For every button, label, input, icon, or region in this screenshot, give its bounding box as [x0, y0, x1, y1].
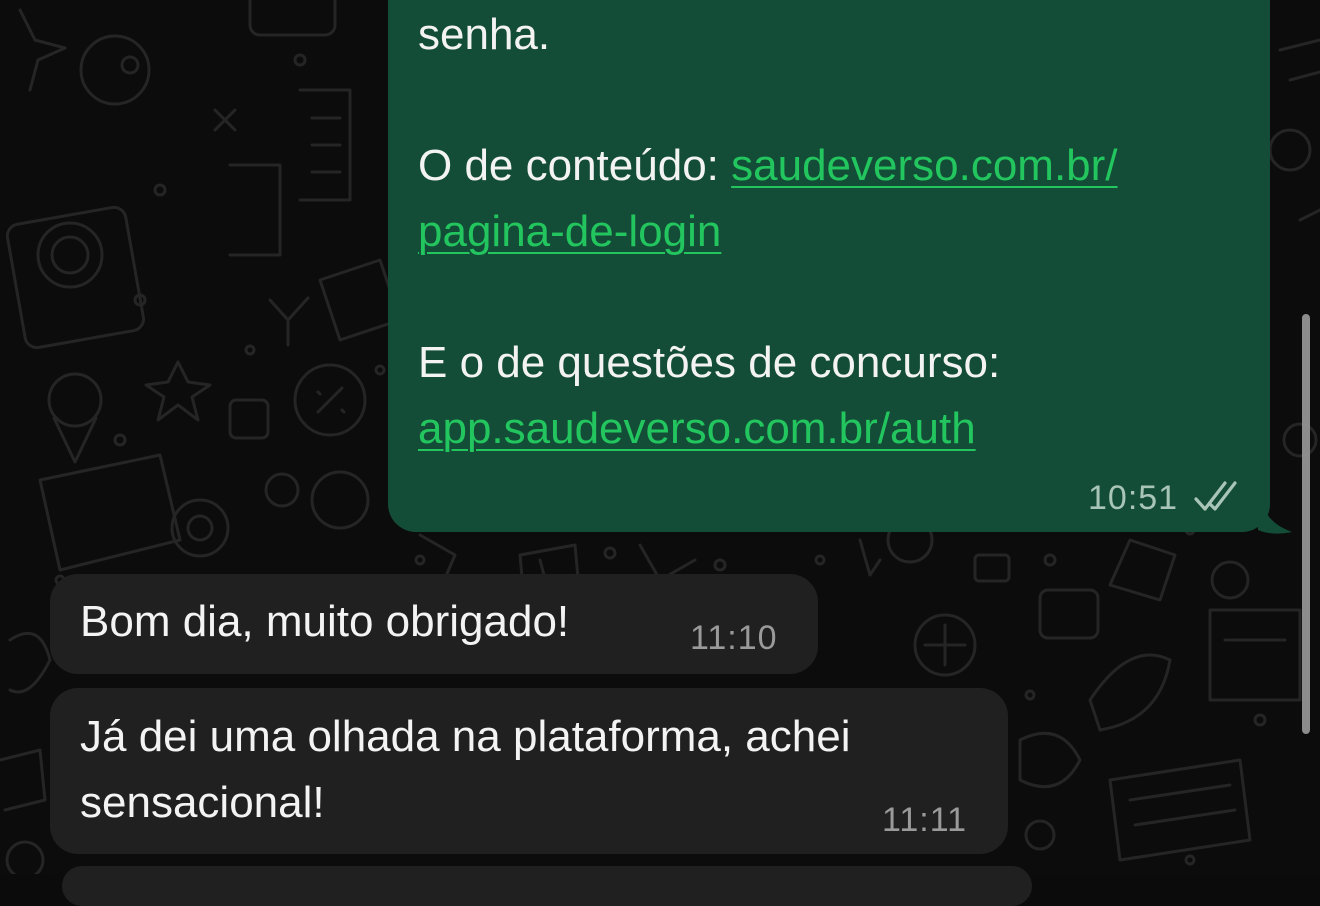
content-link-continuation[interactable]: pagina-de-login [418, 207, 721, 256]
message-timestamp: 10:51 [1088, 479, 1179, 517]
questions-label: E o de questões de concurso: [418, 338, 1001, 387]
message-text-line: app.saudeverso.com.br/auth [418, 396, 976, 462]
message-text-line: sensacional! [80, 778, 325, 827]
incoming-message-bubble-partial[interactable] [62, 866, 1032, 906]
message-timestamp: 11:10 [690, 619, 778, 657]
message-text-line: Já dei uma olhada na plataforma, achei [80, 712, 851, 761]
message-text-line: pagina-de-login [418, 199, 721, 265]
incoming-message-bubble[interactable]: Bom dia, muito obrigado! 11:10 [50, 574, 818, 674]
message-text: Bom dia, muito obrigado! [80, 597, 570, 646]
message-text-line: senha. [418, 10, 551, 59]
outgoing-bubble-tail [1258, 508, 1292, 534]
message-timestamp: 11:11 [882, 801, 968, 839]
outgoing-message-bubble[interactable]: senha. O de conteúdo: saudeverso.com.br/… [388, 0, 1270, 532]
double-check-icon [1194, 481, 1237, 511]
content-link[interactable]: saudeverso.com.br/ [731, 141, 1117, 190]
scrollbar[interactable] [1302, 314, 1310, 734]
message-text-line: O de conteúdo: saudeverso.com.br/ [418, 133, 1118, 199]
incoming-message-bubble[interactable]: Já dei uma olhada na plataforma, achei s… [50, 688, 1008, 854]
questions-link[interactable]: app.saudeverso.com.br/auth [418, 404, 976, 453]
content-label: O de conteúdo: [418, 141, 732, 190]
